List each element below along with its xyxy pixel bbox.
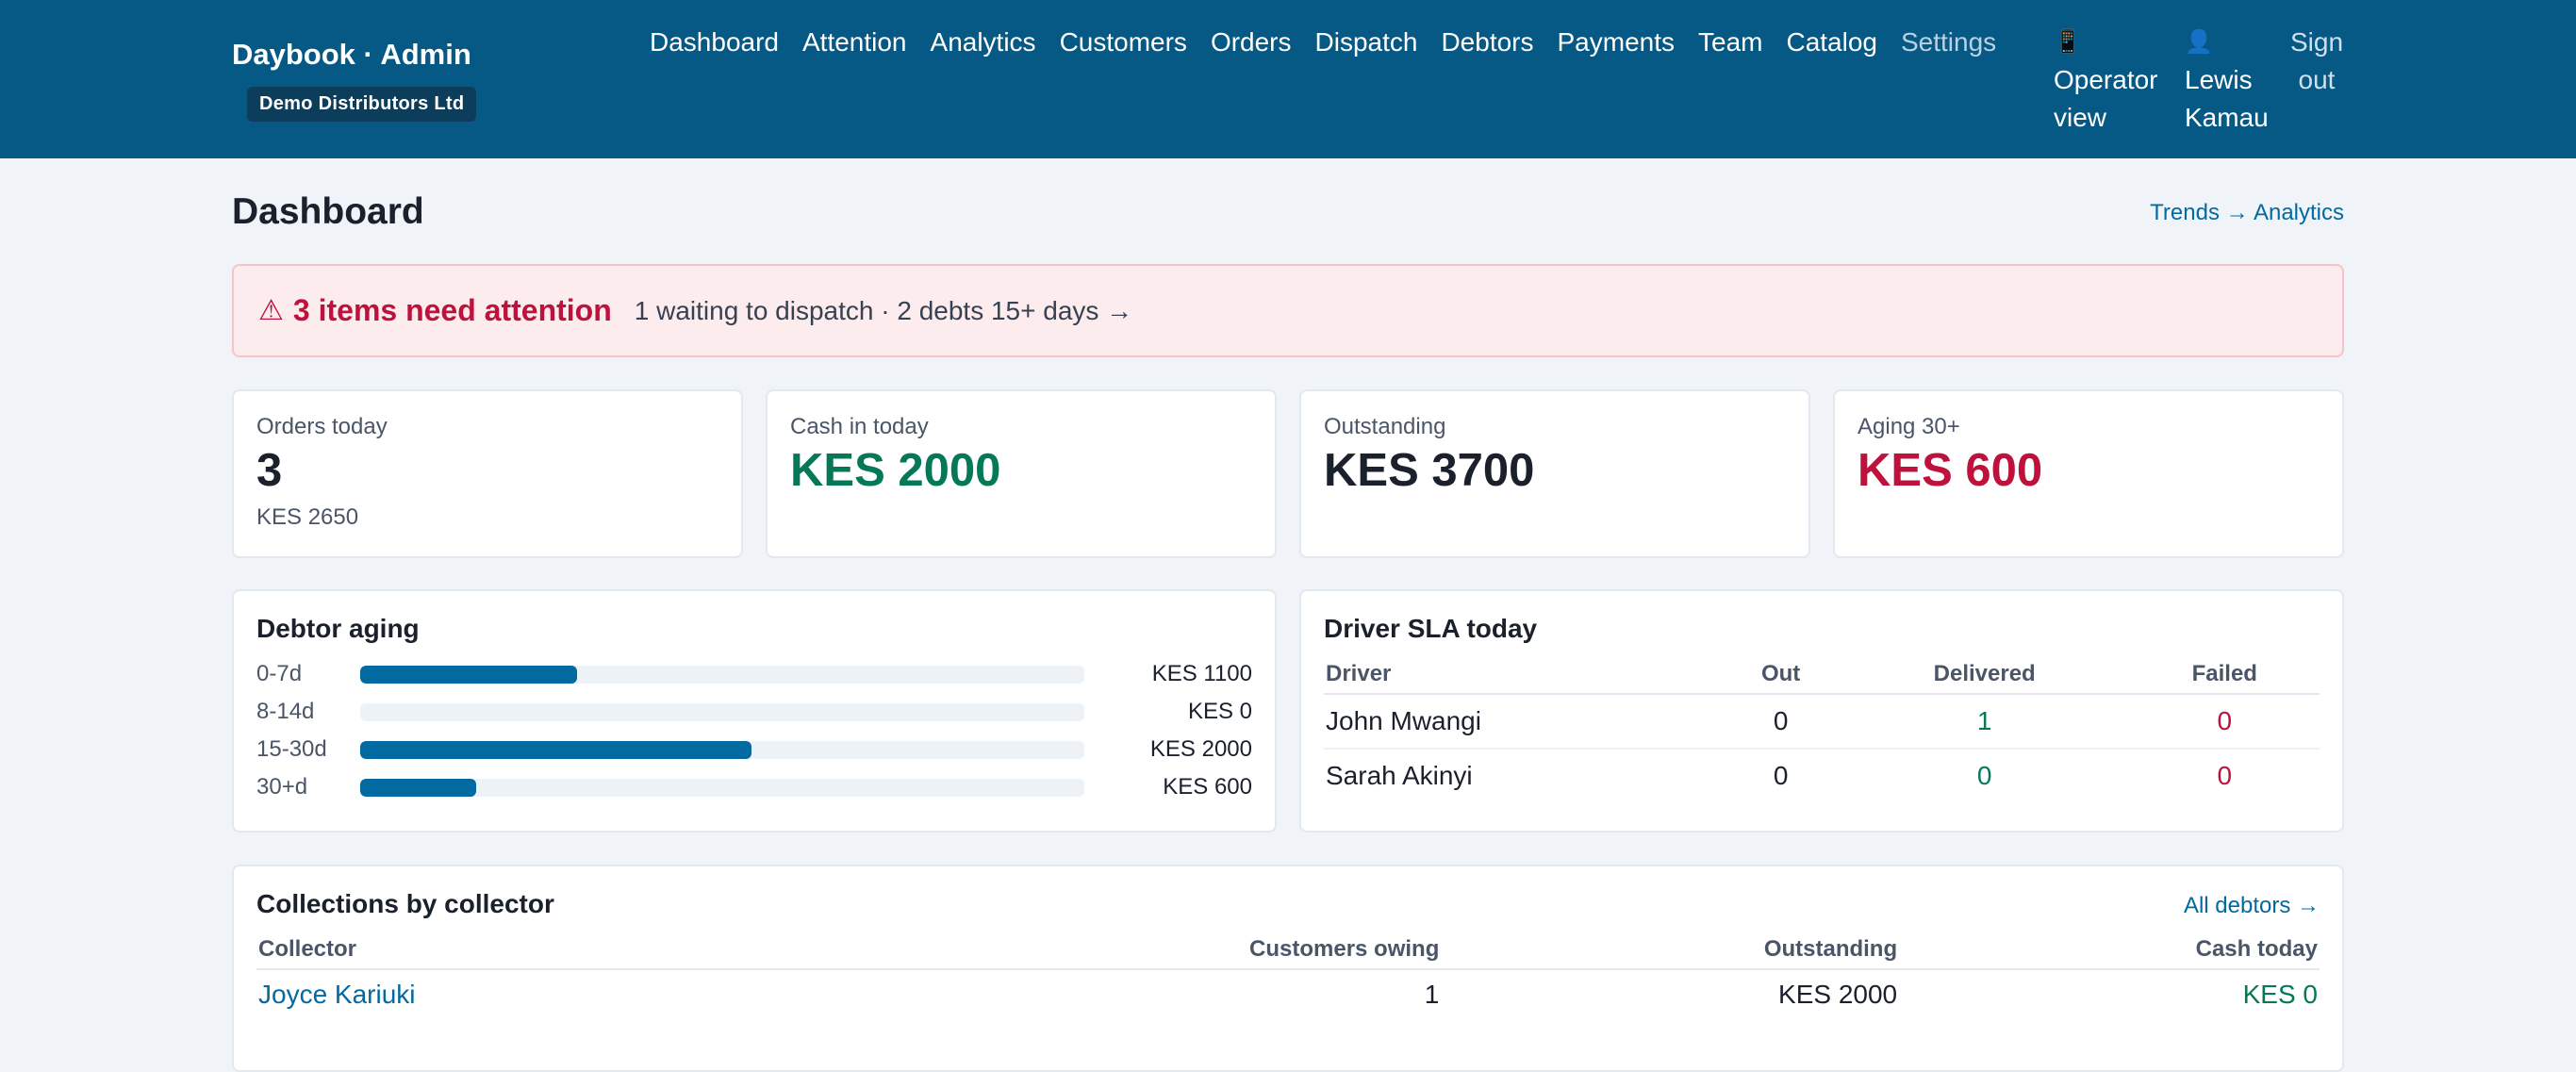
warning-icon: ⚠	[258, 295, 284, 326]
aging-bar-track	[360, 740, 1084, 759]
delivered-count: 1	[1839, 694, 2130, 750]
aging-amount: KES 2000	[1149, 736, 1252, 762]
out-count: 0	[1722, 694, 1840, 750]
stat-card-orders-today: Orders today 3 KES 2650	[232, 389, 743, 558]
out-count: 0	[1773, 761, 1789, 790]
nav-analytics[interactable]: Analytics	[931, 24, 1036, 61]
stat-card-outstanding: Outstanding KES 3700	[1299, 389, 1810, 558]
failed-count: 0	[2217, 761, 2233, 790]
stat-card-cash-in-today: Cash in today KES 2000	[766, 389, 1277, 558]
outstanding-amount: KES 2000	[1778, 980, 1898, 1009]
sign-out-link[interactable]: Sign out	[2288, 24, 2345, 99]
aging-bucket-label: 30+d	[256, 774, 308, 800]
user-icon: 👤	[2185, 29, 2213, 55]
stat-label: Aging 30+	[1858, 414, 1960, 439]
aging-row: 15-30d KES 2000	[256, 731, 1252, 768]
stat-subvalue: KES 2650	[256, 503, 359, 530]
table-row: Joyce Kariuki 1 KES 2000 KES 0	[256, 969, 2320, 1021]
stat-card-aging-30-plus: Aging 30+ KES 600	[1833, 389, 2344, 558]
main-nav: Dashboard Attention Analytics Customers …	[650, 24, 1996, 61]
nav-team[interactable]: Team	[1698, 24, 1762, 61]
aging-amount: KES 600	[1163, 774, 1252, 800]
column-header-outstanding: Outstanding	[1441, 931, 1900, 970]
trends-analytics-link[interactable]: Trends → Analytics	[2150, 200, 2344, 226]
stat-label: Cash in today	[790, 414, 929, 439]
aging-bucket-label: 0-7d	[256, 661, 303, 686]
cash-today: KES 0	[2242, 980, 2318, 1009]
panel-title: Driver SLA today	[1324, 614, 1538, 643]
stat-value: KES 600	[1858, 445, 2043, 496]
aging-bucket-label: 8-14d	[256, 699, 315, 724]
table-row: Sarah Akinyi 0 0 0	[1324, 749, 2320, 802]
customers-owing: 1	[1424, 980, 1440, 1009]
column-header-driver: Driver	[1324, 655, 1723, 695]
phone-icon: 📱	[2054, 29, 2082, 55]
aging-row: 0-7d KES 1100	[256, 655, 1252, 693]
aging-bar-track	[360, 778, 1084, 797]
attention-alert[interactable]: ⚠ 3 items need attention 1 waiting to di…	[232, 264, 2344, 357]
table-row: John Mwangi 0 1 0	[1324, 694, 2320, 750]
failed-count: 0	[2129, 694, 2320, 750]
aging-row: 8-14d KES 0	[256, 693, 1252, 731]
aging-bar-fill	[360, 778, 476, 797]
driver-sla-table: Driver Out Delivered Failed John Mwangi …	[1324, 655, 2320, 802]
aging-bucket-label: 15-30d	[256, 736, 327, 762]
nav-settings[interactable]: Settings	[1901, 24, 1996, 61]
driver-sla-panel: Driver SLA today Driver Out Delivered Fa…	[1299, 589, 2344, 833]
collections-panel: Collections by collector All debtors → C…	[232, 865, 2344, 1072]
nav-catalog[interactable]: Catalog	[1786, 24, 1877, 61]
nav-dashboard[interactable]: Dashboard	[650, 24, 779, 61]
operator-view-link[interactable]: 📱 Operator view	[2054, 24, 2167, 137]
nav-orders[interactable]: Orders	[1211, 24, 1292, 61]
aging-amount: KES 1100	[1151, 661, 1252, 686]
panel-title: Collections by collector	[256, 889, 554, 918]
debtor-aging-panel: Debtor aging 0-7d KES 1100 8-14d KES 0 1…	[232, 589, 1277, 833]
page-title: Dashboard	[232, 191, 424, 232]
top-navigation-bar: Daybook · Admin Demo Distributors Ltd Da…	[0, 0, 2576, 158]
user-menu[interactable]: 👤 Lewis Kamau	[2185, 24, 2279, 137]
delivered-count: 0	[1976, 761, 1992, 790]
table-header-row: Collector Customers owing Outstanding Ca…	[256, 931, 2320, 970]
stat-label: Outstanding	[1324, 414, 1446, 439]
collections-table: Collector Customers owing Outstanding Ca…	[256, 931, 2320, 1021]
app-title[interactable]: Daybook · Admin	[232, 38, 476, 72]
aging-row: 30+d KES 600	[256, 768, 1252, 806]
column-header-customers-owing: Customers owing	[793, 931, 1442, 970]
aging-amount: KES 0	[1187, 699, 1252, 724]
aging-bar-track	[360, 702, 1084, 721]
nav-customers[interactable]: Customers	[1060, 24, 1187, 61]
aging-bar-track	[360, 665, 1084, 684]
table-header-row: Driver Out Delivered Failed	[1324, 655, 2320, 695]
stat-value: 3	[256, 445, 283, 496]
nav-debtors[interactable]: Debtors	[1441, 24, 1533, 61]
alert-title: 3 items need attention	[292, 293, 612, 327]
aging-bar-fill	[360, 740, 751, 759]
column-header-cash-today: Cash today	[1899, 931, 2320, 970]
driver-name: Sarah Akinyi	[1326, 761, 1473, 790]
stat-value: KES 2000	[790, 445, 1001, 496]
nav-attention[interactable]: Attention	[802, 24, 907, 61]
nav-dispatch[interactable]: Dispatch	[1315, 24, 1418, 61]
user-name: Lewis Kamau	[2185, 65, 2269, 132]
collector-name-link[interactable]: Joyce Kariuki	[256, 969, 794, 1021]
driver-name: John Mwangi	[1324, 694, 1723, 750]
brand: Daybook · Admin Demo Distributors Ltd	[232, 38, 477, 122]
nav-payments[interactable]: Payments	[1558, 24, 1676, 61]
column-header-collector: Collector	[256, 931, 794, 970]
stat-value: KES 3700	[1324, 445, 1535, 496]
operator-view-label: Operator view	[2054, 65, 2158, 132]
alert-detail: 1 waiting to dispatch · 2 debts 15+ days…	[634, 295, 1133, 325]
all-debtors-link[interactable]: All debtors →	[2184, 893, 2320, 919]
stat-label: Orders today	[256, 414, 388, 439]
aging-bar-fill	[360, 665, 578, 684]
organization-badge: Demo Distributors Ltd	[247, 87, 477, 122]
column-header-out: Out	[1722, 655, 1840, 695]
column-header-delivered: Delivered	[1839, 655, 2130, 695]
panel-title: Debtor aging	[256, 614, 420, 643]
column-header-failed: Failed	[2129, 655, 2320, 695]
